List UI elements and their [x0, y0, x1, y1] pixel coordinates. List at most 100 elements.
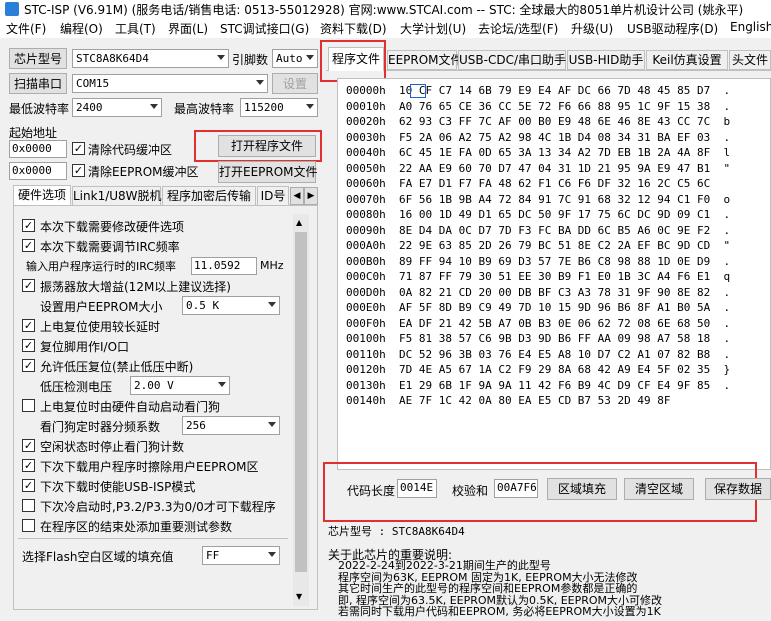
option-label: 本次下载需要修改硬件选项 [40, 220, 185, 234]
option-label: 空闲状态时停止看门狗计数 [40, 440, 185, 454]
chip-model-select[interactable]: STC8A8K64D4 [72, 49, 229, 68]
menu-interface[interactable]: 界面(L) [168, 20, 208, 37]
option-label: 设置用户EEPROM大小 [40, 300, 163, 314]
tab-link1-offline[interactable]: Link1/U8W脱机 [72, 186, 162, 206]
option-checkbox[interactable] [22, 359, 35, 372]
menu-program[interactable]: 编程(O) [60, 20, 103, 37]
clear-code-buffer-checkbox[interactable] [72, 142, 85, 155]
hex-address: 000D0h [346, 285, 386, 299]
tab-encrypted-transfer[interactable]: 程序加密后传输 [162, 186, 256, 206]
hex-row: 000A0h 22 9E 63 85 2D 26 79 BC 51 8E C2 … [346, 238, 756, 254]
menu-file[interactable]: 文件(F) [6, 20, 46, 37]
hex-row: 00050h 22 AA E9 60 70 D7 47 04 31 1D 21 … [346, 161, 756, 177]
tab-id-number[interactable]: ID号 [257, 186, 289, 206]
menu-usb-driver[interactable]: USB驱动程序(D) [627, 20, 718, 37]
clear-area-button[interactable]: 清空区域 [624, 478, 694, 500]
hex-row: 00070h 6F 56 1B 9B A4 72 84 91 7C 91 68 … [346, 192, 756, 208]
settings-button[interactable]: 设置 [272, 73, 318, 94]
option-label: 看门狗定时器分频系数 [40, 420, 161, 434]
port-select[interactable]: COM15 [72, 74, 268, 93]
chevron-down-icon [306, 104, 314, 109]
hex-ascii: } [723, 363, 731, 376]
hex-ascii: o [723, 192, 731, 206]
chip-info-model: 芯片型号 : STC8A8K64D4 [328, 525, 465, 538]
hex-address: 00120h [346, 363, 386, 376]
option-label: 本次下载需要调节IRC频率 [40, 240, 180, 254]
option-checkbox[interactable] [22, 519, 35, 532]
hex-ascii: " [723, 239, 731, 252]
min-baud-label: 最低波特率 [9, 102, 70, 116]
tab-eeprom-file[interactable]: EEPROM文件 [387, 50, 463, 70]
tab-scroll-right-icon[interactable]: ▶ [304, 187, 318, 205]
menu-upgrade[interactable]: 升级(U) [571, 20, 613, 37]
hex-address: 00110h [346, 347, 386, 361]
clear-eeprom-buffer-checkbox[interactable] [72, 164, 85, 177]
menu-download[interactable]: 资料下载(D) [320, 20, 387, 37]
scan-port-button[interactable]: 扫描串口 [9, 73, 67, 94]
hex-cursor [410, 84, 426, 98]
option-checkbox[interactable] [22, 499, 35, 512]
watchdog-divider-select[interactable]: 256 [182, 416, 280, 435]
title-bar: STC-ISP (V6.91M) (服务电话/销售电话: 0513-550129… [0, 0, 771, 18]
pin-count-select[interactable]: Auto [272, 49, 318, 68]
hex-bytes: 10 CF C7 14 6B 79 E9 E4 AF DC 66 7D 48 4… [399, 84, 711, 97]
option-checkbox[interactable] [22, 339, 35, 352]
code-start-address-input[interactable]: 0x0000 [9, 140, 67, 158]
hex-ascii: . [723, 378, 731, 392]
flash-fill-select[interactable]: FF [202, 546, 280, 565]
hex-bytes: 22 AA E9 60 70 D7 47 04 31 1D 21 95 9A E… [399, 161, 711, 175]
fill-area-button[interactable]: 区域填充 [547, 478, 617, 500]
hex-row: 00040h 6C 45 1E FA 0D 65 3A 13 34 A2 7D … [346, 145, 756, 161]
save-data-button[interactable]: 保存数据 [705, 478, 771, 500]
chevron-down-icon [217, 55, 225, 60]
scroll-up-icon[interactable]: ▲ [296, 218, 302, 227]
option-checkbox[interactable] [22, 439, 35, 452]
tab-usb-hid[interactable]: USB-HID助手 [567, 50, 645, 70]
hex-view[interactable]: 00000h 10 CF C7 14 6B 79 E9 E4 AF DC 66 … [346, 83, 756, 409]
hex-bytes: 8E D4 DA 0C D7 7D F3 FC BA DD 6C B5 A6 0… [399, 223, 711, 237]
hex-bytes: 89 FF 94 10 B9 69 D3 57 7E B6 C8 98 88 1… [399, 254, 711, 268]
menu-forum[interactable]: 去论坛/选型(F) [478, 20, 558, 37]
tab-keil-sim[interactable]: Keil仿真设置 [646, 50, 728, 70]
hex-address: 00040h [346, 146, 386, 159]
eeprom-size-select[interactable]: 0.5 K [182, 296, 280, 315]
option-checkbox[interactable] [22, 399, 35, 412]
option-checkbox[interactable] [22, 219, 35, 232]
open-eeprom-file-button[interactable]: 打开EEPROM文件 [218, 161, 318, 183]
open-program-file-button[interactable]: 打开程序文件 [218, 135, 316, 157]
irc-frequency-input[interactable]: 11.0592 [191, 257, 257, 275]
options-scrollbar[interactable]: ▲ ▼ [293, 214, 309, 606]
clear-code-buffer-label: 清除代码缓冲区 [88, 143, 173, 157]
hex-bytes: E1 29 6B 1F 9A 9A 11 42 F6 B9 4C D9 CF E… [399, 378, 711, 392]
menu-tools[interactable]: 工具(T) [115, 20, 156, 37]
menu-debug[interactable]: STC调试接口(G) [220, 20, 309, 37]
option-checkbox[interactable] [22, 279, 35, 292]
low-voltage-select[interactable]: 2.00 V [130, 376, 230, 395]
tab-header-files[interactable]: 头文件 [729, 50, 771, 70]
eeprom-start-address-input[interactable]: 0x0000 [9, 162, 67, 180]
max-baud-select[interactable]: 115200 [240, 98, 318, 117]
chevron-down-icon [150, 104, 158, 109]
option-checkbox[interactable] [22, 319, 35, 332]
low-voltage-value: 2.00 V [134, 379, 174, 392]
scrollbar-thumb[interactable] [295, 232, 307, 572]
hex-address: 00020h [346, 115, 386, 128]
menu-university[interactable]: 大学计划(U) [400, 20, 466, 37]
scroll-down-icon[interactable]: ▼ [296, 592, 302, 601]
tab-hardware-options[interactable]: 硬件选项 [13, 185, 71, 206]
tab-scroll-left-icon[interactable]: ◀ [290, 187, 304, 205]
option-checkbox[interactable] [22, 239, 35, 252]
option-checkbox[interactable] [22, 479, 35, 492]
min-baud-select[interactable]: 2400 [72, 98, 162, 117]
option-label: 下次冷启动时,P3.2/P3.3为0/0才可下载程序 [40, 500, 276, 514]
hex-row: 000B0h 89 FF 94 10 B9 69 D3 57 7E B6 C8 … [346, 254, 756, 270]
tab-strip-line [326, 70, 771, 71]
option-label: 复位脚用作I/O口 [40, 340, 130, 354]
hex-row: 00020h 62 93 C3 FF 7C AF 00 B0 E9 48 6E … [346, 114, 756, 130]
menu-english[interactable]: English [730, 20, 771, 34]
hex-bytes: 71 87 FF 79 30 51 EE 30 B9 F1 E0 1B 3C A… [399, 270, 711, 283]
option-checkbox[interactable] [22, 459, 35, 472]
tab-usb-cdc-serial[interactable]: USB-CDC/串口助手 [458, 50, 566, 70]
checksum-label: 校验和 [452, 484, 489, 498]
hex-ascii: . [723, 285, 731, 299]
